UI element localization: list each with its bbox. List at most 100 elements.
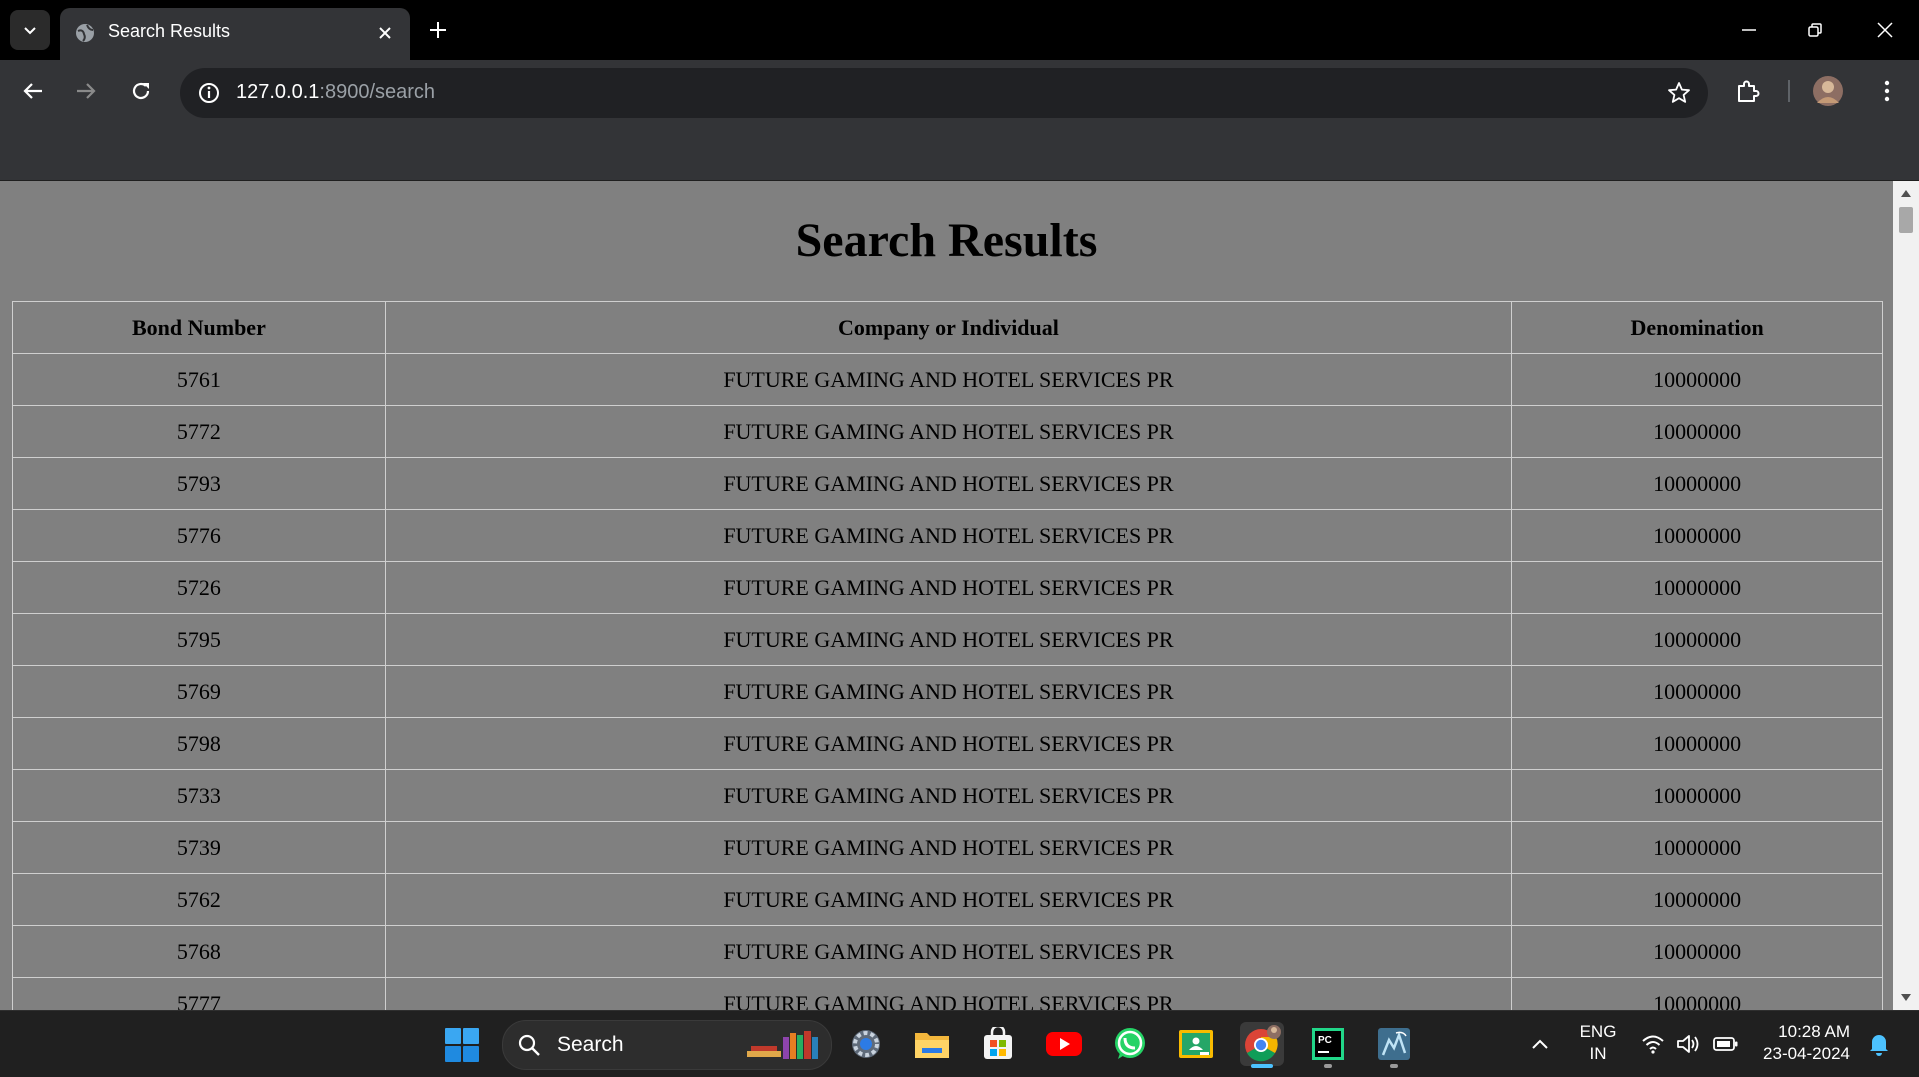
restore-button[interactable] (1790, 10, 1840, 50)
company-cell: FUTURE GAMING AND HOTEL SERVICES PR (384, 509, 1513, 562)
reload-icon (132, 82, 150, 100)
wifi-status[interactable] (1636, 1011, 1670, 1077)
taskbar-youtube[interactable] (1042, 1022, 1086, 1066)
profile-avatar[interactable] (1811, 74, 1845, 108)
column-header-bond-number: Bond Number (12, 301, 386, 354)
denomination-cell: 10000000 (1511, 977, 1883, 1010)
windows-start-icon[interactable] (444, 1027, 480, 1063)
volume-status[interactable] (1672, 1011, 1706, 1077)
company-cell: FUTURE GAMING AND HOTEL SERVICES PR (384, 977, 1513, 1010)
bond-number-cell: 5798 (12, 717, 386, 770)
tab-search-button[interactable] (10, 10, 50, 50)
bond-number-cell: 5739 (12, 821, 386, 874)
table-row: 5768 FUTURE GAMING AND HOTEL SERVICES PR 1… (12, 925, 1883, 978)
taskbar-mysql-workbench[interactable] (1372, 1022, 1416, 1068)
taskbar-pycharm[interactable]: PC (1306, 1022, 1350, 1068)
company-cell: FUTURE GAMING AND HOTEL SERVICES PR (384, 873, 1513, 926)
company-cell: FUTURE GAMING AND HOTEL SERVICES PR (384, 613, 1513, 666)
input-language-indicator[interactable]: ENG IN (1570, 1021, 1626, 1065)
close-icon (1877, 22, 1893, 38)
taskbar-classroom[interactable] (1174, 1022, 1218, 1066)
table-row: 5733 FUTURE GAMING AND HOTEL SERVICES PR 1… (12, 769, 1883, 822)
region-code: IN (1589, 1044, 1607, 1063)
show-hidden-icons-button[interactable] (1524, 1011, 1556, 1077)
bond-number-cell: 5762 (12, 873, 386, 926)
bookmark-star-icon[interactable] (1666, 80, 1692, 106)
taskbar-microsoft-store[interactable] (976, 1022, 1020, 1066)
table-row: 5762 FUTURE GAMING AND HOTEL SERVICES PR 1… (12, 873, 1883, 926)
company-cell: FUTURE GAMING AND HOTEL SERVICES PR (384, 561, 1513, 614)
table-row: 5726 FUTURE GAMING AND HOTEL SERVICES PR 1… (12, 561, 1883, 614)
company-cell: FUTURE GAMING AND HOTEL SERVICES PR (384, 769, 1513, 822)
new-tab-button[interactable] (422, 14, 454, 46)
url-text[interactable]: 127.0.0.1:8900/search (236, 81, 435, 104)
bond-number-cell: 5726 (12, 561, 386, 614)
browser-menu-button[interactable] (1870, 74, 1904, 108)
taskbar-settings[interactable] (844, 1022, 888, 1066)
denomination-cell: 10000000 (1511, 405, 1883, 458)
denomination-cell: 10000000 (1511, 873, 1883, 926)
globe-icon (76, 24, 94, 42)
youtube-icon (1046, 1032, 1082, 1056)
tab-search-results[interactable]: Search Results (60, 8, 410, 60)
mysql-workbench-icon (1378, 1028, 1410, 1060)
file-explorer-icon (915, 1033, 949, 1058)
plus-icon (430, 22, 446, 38)
pycharm-icon: PC (1312, 1028, 1344, 1060)
back-button[interactable] (16, 74, 50, 108)
denomination-cell: 10000000 (1511, 509, 1883, 562)
company-cell: FUTURE GAMING AND HOTEL SERVICES PR (384, 717, 1513, 770)
table-row: 5776 FUTURE GAMING AND HOTEL SERVICES PR 1… (12, 509, 1883, 562)
scrollbar-thumb[interactable] (1899, 207, 1913, 233)
battery-status[interactable] (1708, 1011, 1744, 1077)
whatsapp-icon (1115, 1028, 1145, 1059)
notifications-button[interactable] (1862, 1011, 1896, 1077)
bond-number-cell: 5768 (12, 925, 386, 978)
taskbar-search-label: Search (557, 1033, 624, 1056)
taskbar-search-box[interactable]: Search (502, 1020, 832, 1070)
wifi-icon (1642, 1035, 1664, 1054)
company-cell: FUTURE GAMING AND HOTEL SERVICES PR (384, 925, 1513, 978)
scroll-down-button[interactable] (1893, 988, 1919, 1008)
bond-number-cell: 5769 (12, 665, 386, 718)
arrow-right-icon (77, 83, 96, 99)
company-cell: FUTURE GAMING AND HOTEL SERVICES PR (384, 457, 1513, 510)
taskbar-file-explorer[interactable] (910, 1022, 954, 1066)
denomination-cell: 10000000 (1511, 353, 1883, 406)
close-window-button[interactable] (1860, 10, 1910, 50)
vertical-scrollbar[interactable] (1893, 181, 1919, 1010)
address-bar[interactable]: 127.0.0.1:8900/search (180, 68, 1708, 118)
minimize-icon (1742, 29, 1756, 31)
column-header-company: Company or Individual (384, 301, 1513, 354)
extensions-button[interactable] (1731, 74, 1765, 108)
avatar-icon (1813, 76, 1843, 106)
bond-number-cell: 5793 (12, 457, 386, 510)
table-row: 5798 FUTURE GAMING AND HOTEL SERVICES PR 1… (12, 717, 1883, 770)
table-row: 5777 FUTURE GAMING AND HOTEL SERVICES PR 1… (12, 977, 1883, 1010)
taskbar-chrome[interactable] (1240, 1022, 1284, 1068)
taskbar-whatsapp[interactable] (1108, 1022, 1152, 1066)
column-header-denomination: Denomination (1511, 301, 1883, 354)
battery-icon (1713, 1037, 1738, 1051)
minimize-button[interactable] (1724, 10, 1774, 50)
company-cell: FUTURE GAMING AND HOTEL SERVICES PR (384, 353, 1513, 406)
reload-button[interactable] (124, 74, 158, 108)
clock-date: 23-04-2024 (1763, 1044, 1850, 1063)
table-row: 5739 FUTURE GAMING AND HOTEL SERVICES PR 1… (12, 821, 1883, 874)
table-header-row: Bond Number Company or Individual Denomi… (12, 301, 1883, 354)
denomination-cell: 10000000 (1511, 925, 1883, 978)
tab-close-button[interactable] (372, 20, 398, 46)
system-clock[interactable]: 10:28 AM 23-04-2024 (1754, 1021, 1850, 1065)
chrome-icon (1245, 1025, 1281, 1062)
restore-icon (1808, 23, 1822, 37)
windows-taskbar: Search PC ENG IN 10:28 AM 23-04-2024 (0, 1010, 1919, 1077)
triangle-down-icon (1901, 994, 1911, 1001)
scroll-up-button[interactable] (1893, 183, 1919, 203)
info-icon[interactable] (196, 80, 222, 106)
bond-number-cell: 5776 (12, 509, 386, 562)
forward-button[interactable] (69, 74, 103, 108)
table-row: 5761 FUTURE GAMING AND HOTEL SERVICES PR 1… (12, 353, 1883, 406)
denomination-cell: 10000000 (1511, 561, 1883, 614)
search-icon (518, 1034, 540, 1056)
url-path: :8900/search (319, 81, 436, 103)
